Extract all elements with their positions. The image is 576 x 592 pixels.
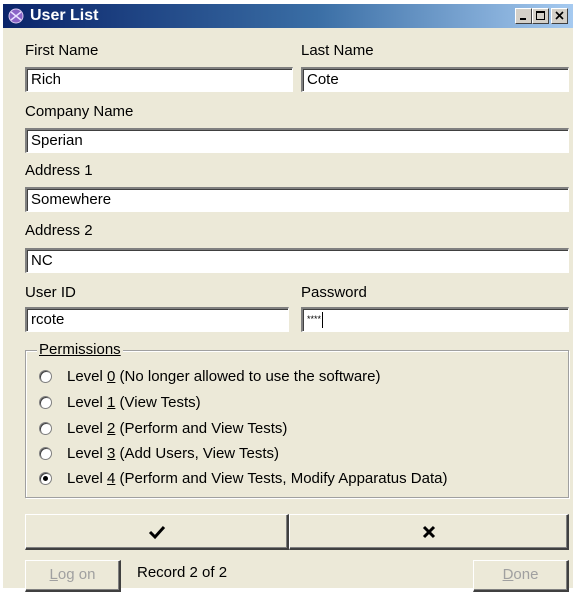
- radio-button[interactable]: [39, 396, 52, 409]
- permission-level-2-label: Level 2 (Perform and View Tests): [67, 420, 288, 437]
- cancel-button[interactable]: [289, 514, 569, 550]
- permission-level-1-label: Level 1 (View Tests): [67, 394, 201, 411]
- first-name-field[interactable]: Rich: [25, 67, 293, 92]
- user-list-window: User List First Name Rich Last Name Cote…: [3, 4, 573, 592]
- close-icon: [555, 11, 564, 20]
- x-icon: [422, 525, 435, 538]
- permissions-legend: Permissions: [37, 341, 123, 358]
- last-name-field[interactable]: Cote: [301, 67, 569, 92]
- permission-level-4-label: Level 4 (Perform and View Tests, Modify …: [67, 470, 448, 487]
- maximize-icon: [536, 11, 545, 20]
- maximize-button[interactable]: [532, 8, 549, 24]
- checkmark-icon: [148, 525, 165, 539]
- minimize-icon: [520, 18, 526, 20]
- radio-button[interactable]: [39, 447, 52, 460]
- user-id-field[interactable]: rcote: [25, 307, 289, 332]
- company-name-label: Company Name: [25, 103, 134, 120]
- permission-level-3-label: Level 3 (Add Users, View Tests): [67, 445, 280, 462]
- permission-level-0-label: Level 0 (No longer allowed to use the so…: [67, 368, 381, 385]
- minimize-button[interactable]: [515, 8, 532, 24]
- title-bar[interactable]: User List: [3, 4, 573, 28]
- text-caret: [322, 312, 324, 328]
- record-counter: Record 2 of 2: [137, 564, 228, 581]
- password-label: Password: [301, 284, 367, 301]
- app-icon: [8, 8, 24, 24]
- address2-label: Address 2: [25, 222, 93, 239]
- password-field[interactable]: ****: [301, 307, 569, 332]
- address2-field[interactable]: NC: [25, 248, 569, 273]
- last-name-label: Last Name: [301, 42, 374, 59]
- user-id-label: User ID: [25, 284, 76, 301]
- log-on-button[interactable]: Log on: [25, 560, 121, 592]
- radio-selected-dot: [43, 476, 48, 481]
- radio-button[interactable]: [39, 422, 52, 435]
- address1-field[interactable]: Somewhere: [25, 187, 569, 212]
- radio-button-selected[interactable]: [39, 472, 52, 485]
- password-mask: ****: [307, 314, 322, 324]
- first-name-label: First Name: [25, 42, 99, 59]
- close-button[interactable]: [551, 8, 568, 24]
- window-title: User List: [30, 7, 99, 24]
- radio-button[interactable]: [39, 370, 52, 383]
- accept-button[interactable]: [25, 514, 289, 550]
- done-button[interactable]: Done: [473, 560, 569, 592]
- company-name-field[interactable]: Sperian: [25, 128, 569, 153]
- address1-label: Address 1: [25, 162, 93, 179]
